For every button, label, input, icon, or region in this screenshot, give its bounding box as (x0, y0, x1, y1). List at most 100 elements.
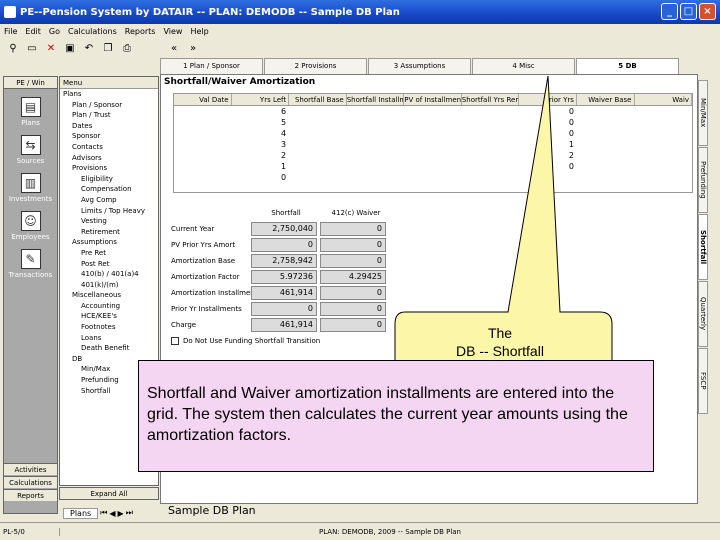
grid-row[interactable]: 50 (174, 117, 692, 128)
menu-calculations[interactable]: Calculations (68, 27, 117, 36)
tree-item[interactable]: Sponsor (60, 131, 158, 142)
tree-item[interactable]: 410(b) / 401(a)4 (60, 269, 158, 280)
tree-item[interactable]: Compensation (60, 184, 158, 195)
tree-item[interactable]: Plans (60, 89, 158, 100)
shortfall-value[interactable]: 5.97236 (251, 270, 317, 284)
outbar-header[interactable]: PE / Win (4, 77, 57, 89)
grid-cell[interactable] (347, 128, 405, 139)
grid-col-header[interactable]: Val Date (174, 94, 232, 105)
shortfall-value[interactable]: 461,914 (251, 286, 317, 300)
shortfall-value[interactable]: 0 (251, 302, 317, 316)
tree-item[interactable]: Post Ret (60, 259, 158, 270)
grid-cell[interactable]: 0 (519, 128, 577, 139)
nav-back-button[interactable]: « (167, 41, 181, 55)
vtab-quarterly[interactable]: Quarterly (698, 281, 708, 347)
grid-cell[interactable] (635, 161, 693, 172)
grid-cell[interactable] (635, 106, 693, 117)
grid-cell[interactable] (289, 172, 347, 183)
tree-item[interactable]: Dates (60, 121, 158, 132)
tab-assumptions[interactable]: 3 Assumptions (368, 58, 471, 74)
grid-cell[interactable] (347, 161, 405, 172)
grid-cell[interactable] (462, 172, 520, 183)
grid-cell[interactable] (289, 106, 347, 117)
vtab-fscp[interactable]: FSCP (698, 348, 708, 414)
grid-cell[interactable] (404, 161, 462, 172)
outbar-item-plans[interactable]: ▤ Plans (4, 97, 57, 127)
transition-checkbox-row[interactable]: Do Not Use Funding Shortfall Transition (171, 333, 391, 349)
grid-cell[interactable] (462, 150, 520, 161)
tab-misc[interactable]: 4 Misc (472, 58, 575, 74)
waiver-value[interactable]: 0 (320, 318, 386, 332)
grid-cell[interactable] (289, 128, 347, 139)
tree-item[interactable]: 401(k)/(m) (60, 280, 158, 291)
checkbox[interactable] (171, 337, 179, 345)
grid-cell[interactable] (289, 139, 347, 150)
waiver-value[interactable]: 0 (320, 286, 386, 300)
grid-cell[interactable]: 0 (519, 161, 577, 172)
tab-db[interactable]: 5 DB (576, 58, 679, 74)
grid-row[interactable]: 0 (174, 172, 692, 183)
grid-cell[interactable] (462, 128, 520, 139)
grid-cell[interactable] (462, 117, 520, 128)
grid-cell[interactable] (347, 139, 405, 150)
tree-item[interactable]: Eligibility (60, 174, 158, 185)
close-button[interactable]: × (699, 3, 716, 20)
grid-cell[interactable] (174, 128, 232, 139)
waiver-value[interactable]: 0 (320, 238, 386, 252)
binoculars-icon[interactable]: ⚲ (6, 41, 20, 55)
tree-item[interactable]: Plan / Sponsor (60, 100, 158, 111)
tree-item[interactable]: Assumptions (60, 237, 158, 248)
grid-cell[interactable] (347, 106, 405, 117)
undo-icon[interactable]: ↶ (82, 41, 96, 55)
grid-row[interactable]: 10 (174, 161, 692, 172)
grid-cell[interactable] (577, 150, 635, 161)
outbar-calculations[interactable]: Calculations (4, 476, 57, 488)
grid-cell[interactable]: 0 (519, 106, 577, 117)
grid-cell[interactable] (347, 150, 405, 161)
grid-cell[interactable]: 4 (232, 128, 290, 139)
grid-cell[interactable] (635, 139, 693, 150)
tree-item[interactable]: Death Benefit (60, 343, 158, 354)
grid-cell[interactable] (577, 139, 635, 150)
grid-col-header[interactable]: Waiver Base (577, 94, 635, 105)
grid-cell[interactable] (635, 150, 693, 161)
grid-cell[interactable] (519, 172, 577, 183)
new-document-icon[interactable]: ▭ (25, 41, 39, 55)
grid-col-header[interactable]: Waiv (635, 94, 692, 105)
grid-cell[interactable] (174, 117, 232, 128)
save-icon[interactable]: ▣ (63, 41, 77, 55)
outbar-item-investments[interactable]: ▥ Investments (4, 173, 57, 203)
vtab-shortfall[interactable]: Shortfall (698, 214, 708, 280)
tab-plan-sponsor[interactable]: 1 Plan / Sponsor (160, 58, 263, 74)
grid-row[interactable]: 31 (174, 139, 692, 150)
grid-cell[interactable] (462, 161, 520, 172)
minimize-button[interactable]: _ (661, 3, 678, 20)
tree-item[interactable]: Accounting (60, 301, 158, 312)
copy-icon[interactable]: ❐ (101, 41, 115, 55)
menu-go[interactable]: Go (49, 27, 60, 36)
grid-col-header[interactable]: Shortfall Yrs Rem (462, 94, 520, 105)
tree-item[interactable]: Provisions (60, 163, 158, 174)
grid-cell[interactable] (577, 172, 635, 183)
grid-cell[interactable] (635, 172, 693, 183)
amortization-grid[interactable]: Val Date Yrs Left Shortfall Base Shortfa… (173, 93, 693, 193)
grid-cell[interactable] (635, 117, 693, 128)
tree-item[interactable]: Advisors (60, 153, 158, 164)
grid-cell[interactable] (404, 117, 462, 128)
grid-cell[interactable]: 2 (519, 150, 577, 161)
grid-cell[interactable] (289, 117, 347, 128)
tree-item[interactable]: Plan / Trust (60, 110, 158, 121)
menu-view[interactable]: View (163, 27, 182, 36)
tree-item[interactable]: Loans (60, 333, 158, 344)
grid-col-header[interactable]: Yrs Left (232, 94, 290, 105)
grid-col-header[interactable]: Shortfall Base (289, 94, 347, 105)
grid-cell[interactable] (635, 128, 693, 139)
outbar-activities[interactable]: Activities (4, 463, 57, 475)
grid-cell[interactable] (462, 106, 520, 117)
maximize-button[interactable]: □ (680, 3, 697, 20)
vtab-min-max[interactable]: Min/Max (698, 80, 708, 146)
grid-cell[interactable]: 0 (519, 117, 577, 128)
print-icon[interactable]: ⎙ (120, 41, 134, 55)
grid-row[interactable]: 22 (174, 150, 692, 161)
grid-cell[interactable] (577, 161, 635, 172)
